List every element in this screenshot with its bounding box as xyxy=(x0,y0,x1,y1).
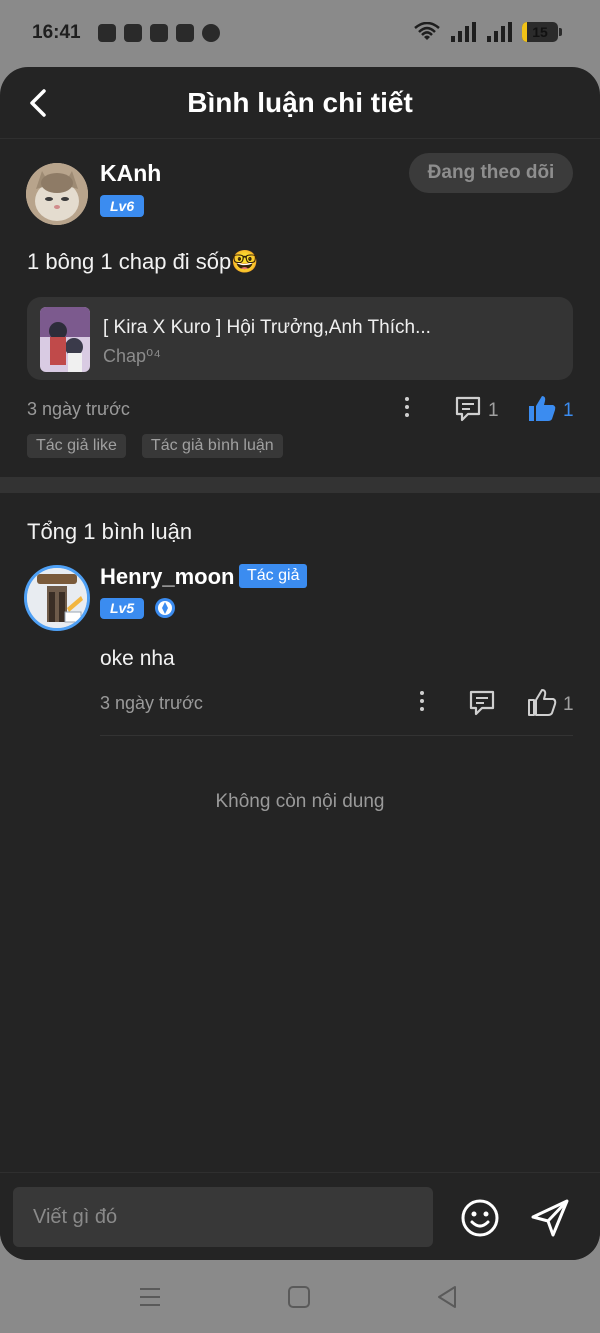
comment-input[interactable] xyxy=(13,1187,433,1247)
back-triangle-icon[interactable] xyxy=(434,1284,460,1310)
system-nav-bar xyxy=(0,1260,600,1333)
level-badge: Lv6 xyxy=(100,195,145,217)
avatar[interactable] xyxy=(24,565,90,631)
send-icon[interactable] xyxy=(529,1197,571,1239)
system-indicators: 15 xyxy=(414,22,562,42)
chapter-title: [ Kira X Kuro ] Hội Trưởng,Anh Thích... xyxy=(103,317,431,338)
chapter-number: Chap⁰⁴ xyxy=(103,346,161,366)
tag-author-comment: Tác giả bình luận xyxy=(141,434,283,458)
like-count: 1 xyxy=(563,400,574,421)
thumbs-up-outline-icon[interactable] xyxy=(527,688,557,716)
home-icon[interactable] xyxy=(286,1284,312,1310)
tiktok-icon xyxy=(150,24,168,42)
emoji-icon[interactable] xyxy=(459,1197,501,1239)
chapter-card[interactable]: [ Kira X Kuro ] Hội Trưởng,Anh Thích... … xyxy=(27,297,573,380)
comment-composer xyxy=(0,1172,600,1260)
comment-detail-screen: Bình luận chi tiết KAnh Lv6 Đang theo dõ… xyxy=(0,67,600,1260)
post-text: 1 bông 1 chap đi sốp🤓 xyxy=(27,249,259,274)
battery-fill xyxy=(522,22,528,42)
comment-count: 1 xyxy=(488,400,499,421)
page-title: Bình luận chi tiết xyxy=(187,87,413,118)
more-options-button[interactable] xyxy=(405,397,409,417)
tag-author-like: Tác giả like xyxy=(27,434,126,458)
battery-icon: 15 xyxy=(522,22,562,42)
comment-author-name[interactable]: Henry_moon xyxy=(100,564,234,590)
cat-avatar-image xyxy=(26,163,88,225)
avatar[interactable] xyxy=(26,163,88,225)
end-of-content: Không còn nội dung xyxy=(215,791,385,812)
post-time: 3 ngày trước xyxy=(27,399,130,419)
facebook-icon xyxy=(202,24,220,42)
comment-separator xyxy=(100,735,573,736)
comment-more-options-button[interactable] xyxy=(420,691,424,711)
comment-text: oke nha xyxy=(100,647,175,670)
tag-list: Tác giả like Tác giả bình luận xyxy=(27,434,283,458)
reply-icon[interactable] xyxy=(468,689,496,717)
comment-icon[interactable] xyxy=(454,395,482,423)
wifi-icon xyxy=(414,22,440,40)
comments-total: Tổng 1 bình luận xyxy=(27,519,193,544)
chapter-thumbnail xyxy=(40,307,90,372)
battery-level: 15 xyxy=(532,24,548,40)
author-name[interactable]: KAnh xyxy=(100,160,161,187)
medal-icon xyxy=(155,598,175,618)
signal-icon-2 xyxy=(487,22,512,42)
notification-icons xyxy=(98,24,220,42)
comment-time: 3 ngày trước xyxy=(100,693,203,713)
thumbs-up-icon[interactable] xyxy=(527,394,557,422)
signal-icon xyxy=(451,22,476,42)
status-bar: 16:41 15 xyxy=(0,0,600,68)
shopee-icon xyxy=(98,24,116,42)
header: Bình luận chi tiết xyxy=(0,67,600,139)
writer-avatar-image xyxy=(27,568,87,628)
status-time: 16:41 xyxy=(32,22,81,43)
author-badge: Tác giả xyxy=(239,564,308,588)
youtube-icon xyxy=(124,24,142,42)
section-divider xyxy=(0,477,600,493)
discord-icon xyxy=(176,24,194,42)
level-badge: Lv5 xyxy=(100,598,145,619)
following-button[interactable]: Đang theo dõi xyxy=(409,153,573,193)
menu-icon[interactable] xyxy=(137,1284,163,1310)
comment-like-count: 1 xyxy=(563,694,574,715)
